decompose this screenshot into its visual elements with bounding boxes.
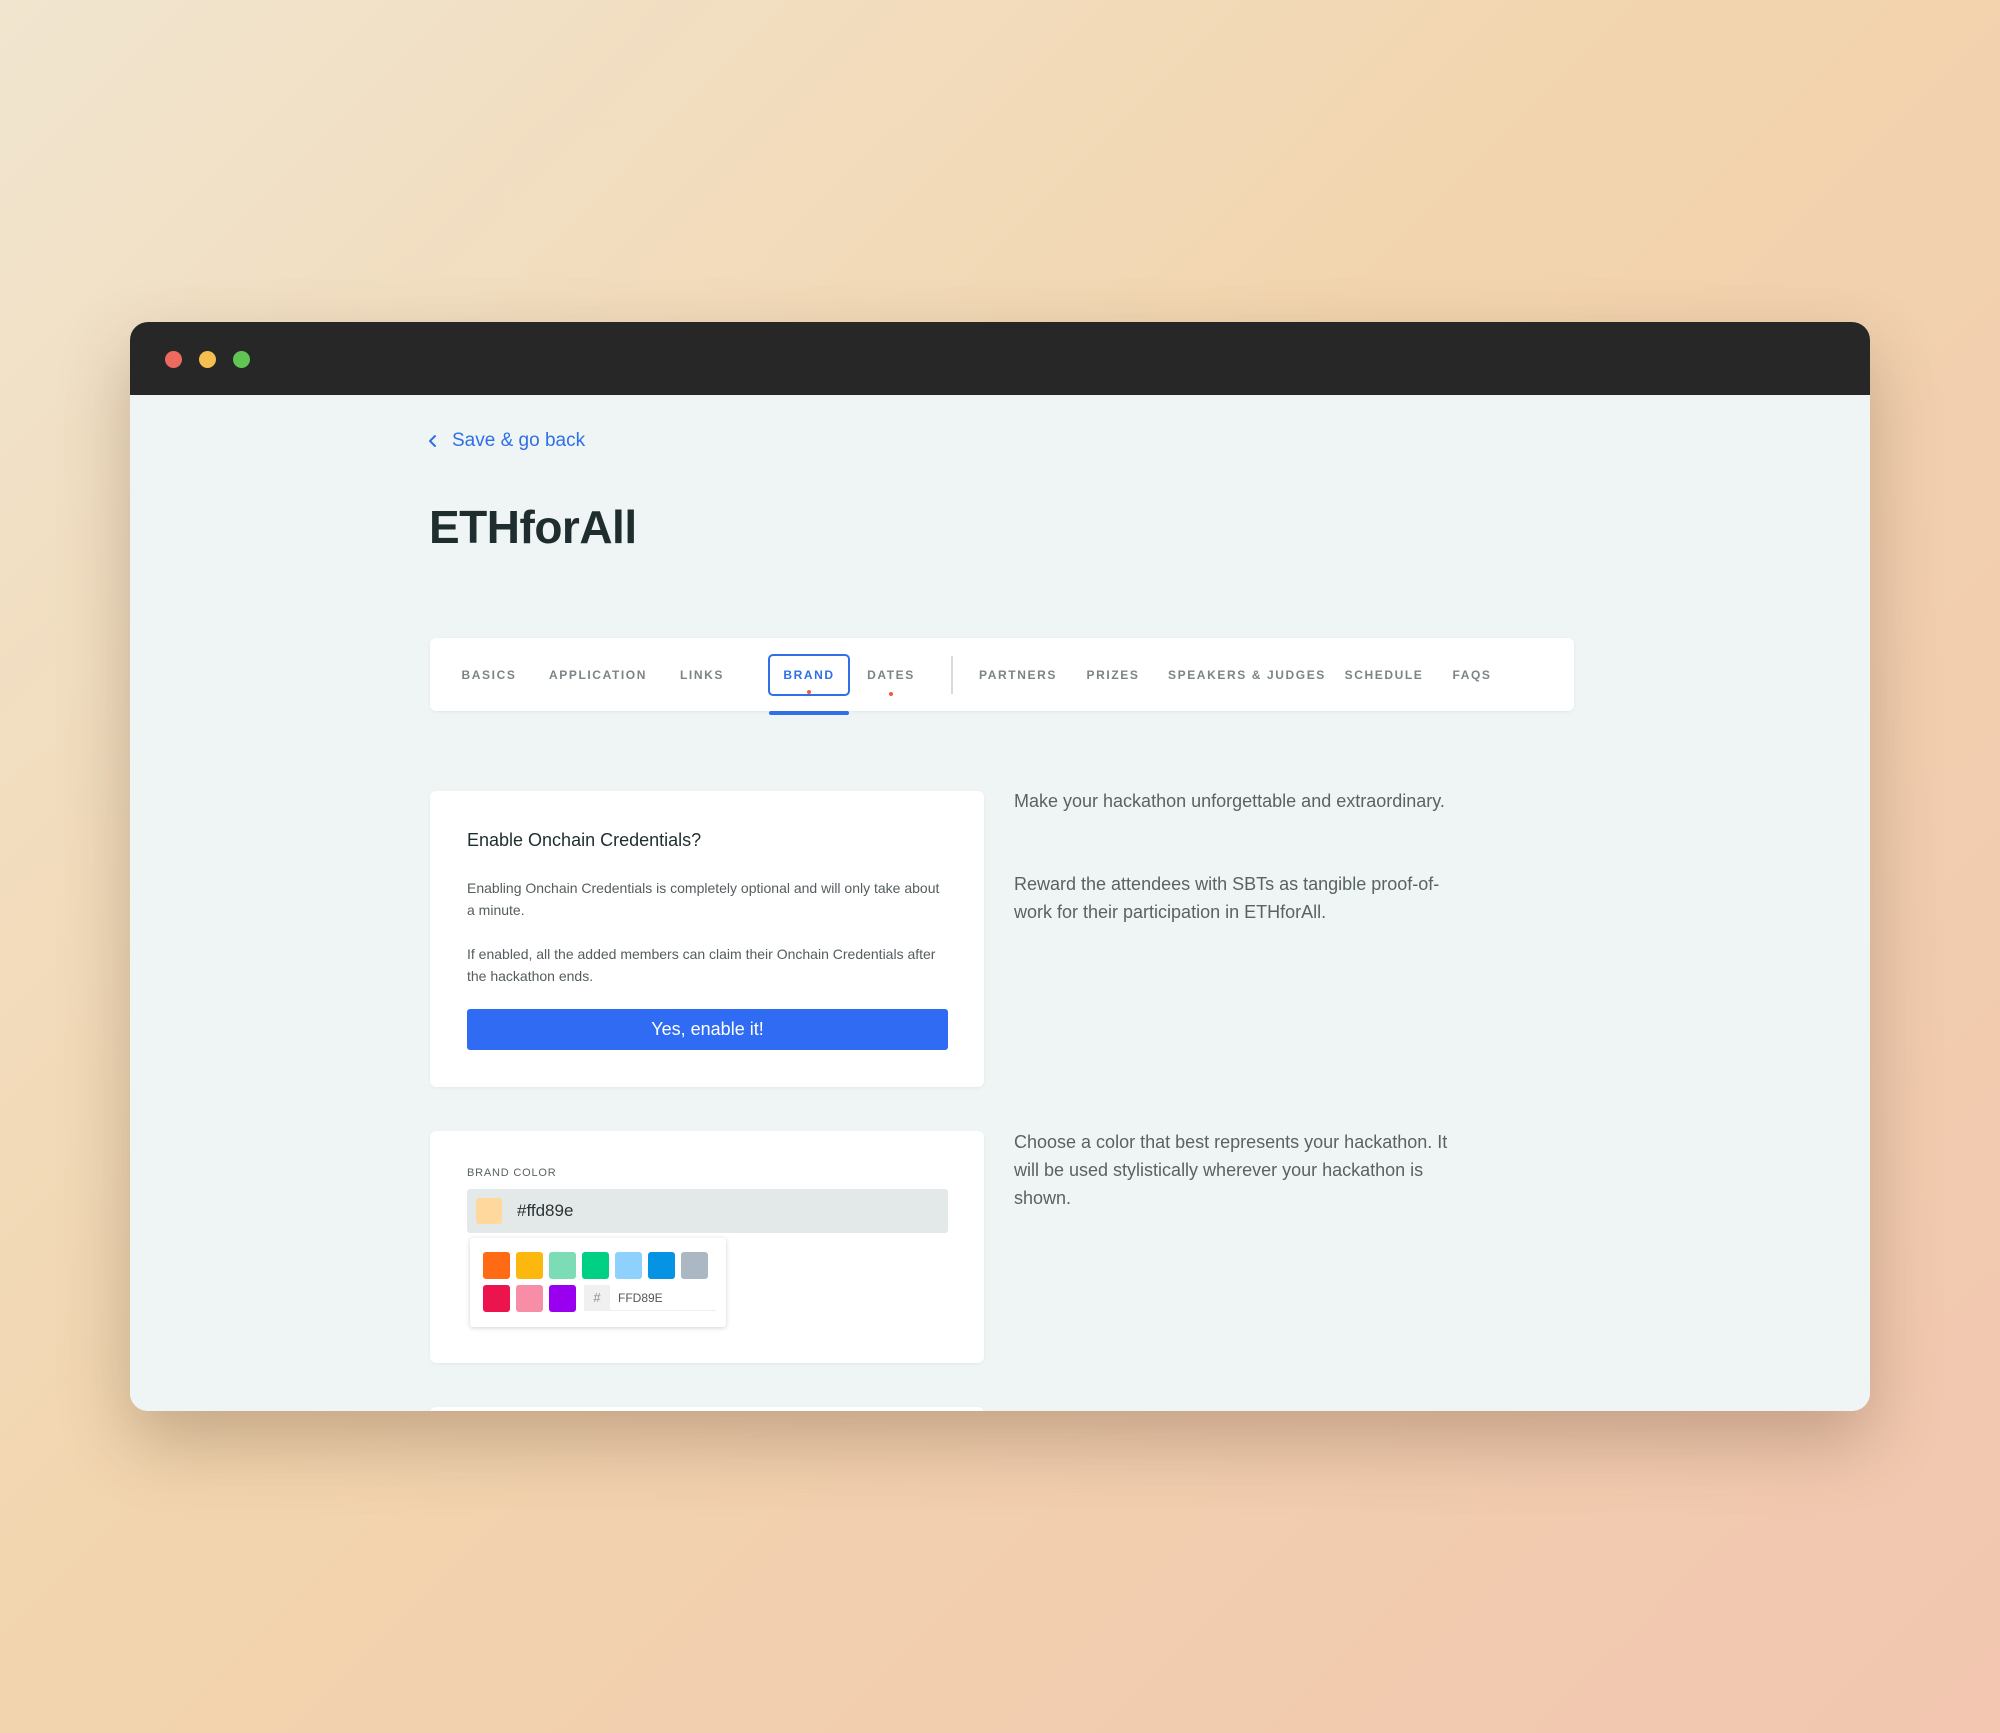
tab-dates[interactable]: DATES <box>866 654 916 696</box>
chevron-left-icon <box>429 435 436 447</box>
tab-links[interactable]: LINKS <box>678 654 726 696</box>
tab-prizes[interactable]: PRIZES <box>1084 654 1142 696</box>
tab-label: SPEAKERS & JUDGES <box>1168 668 1326 682</box>
color-swatch-option[interactable] <box>516 1252 543 1279</box>
color-picker-popover: # FFD89E <box>470 1238 726 1327</box>
tab-label: LINKS <box>680 668 724 682</box>
enable-onchain-button[interactable]: Yes, enable it! <box>467 1009 948 1050</box>
color-swatch-option[interactable] <box>516 1285 543 1312</box>
tab-speakers-judges[interactable]: SPEAKERS & JUDGES <box>1168 654 1324 696</box>
maximize-window-button[interactable] <box>233 351 250 368</box>
tab-label: PRIZES <box>1086 668 1140 682</box>
selected-color-swatch <box>476 1198 502 1224</box>
next-card <box>430 1407 984 1411</box>
color-swatch-option[interactable] <box>483 1285 510 1312</box>
browser-window: Save & go back ETHforAll BASICS APPLICAT… <box>130 322 1870 1411</box>
tab-application[interactable]: APPLICATION <box>548 654 648 696</box>
active-tab-underline <box>769 711 849 715</box>
brand-color-input[interactable]: #ffd89e <box>467 1189 948 1233</box>
onchain-side-reward: Reward the attendees with SBTs as tangib… <box>1014 874 1440 922</box>
tab-label: FAQS <box>1452 668 1492 682</box>
brand-color-label: BRAND COLOR <box>467 1167 557 1179</box>
brand-color-value: #ffd89e <box>517 1201 574 1220</box>
hex-color-input[interactable]: FFD89E <box>610 1285 716 1311</box>
page-title: ETHforAll <box>429 501 637 553</box>
color-swatch-option[interactable] <box>549 1285 576 1312</box>
tab-label: SCHEDULE <box>1344 668 1424 682</box>
tab-label: BASICS <box>461 668 517 682</box>
color-swatch-option[interactable] <box>681 1252 708 1279</box>
tab-brand[interactable]: BRAND <box>768 654 850 696</box>
tab-label: APPLICATION <box>548 668 648 682</box>
close-window-button[interactable] <box>165 351 182 368</box>
tab-basics[interactable]: BASICS <box>459 654 519 696</box>
save-go-back-link[interactable]: Save & go back <box>426 430 585 452</box>
save-go-back-label: Save & go back <box>452 430 586 451</box>
minimize-window-button[interactable] <box>199 351 216 368</box>
onchain-credentials-card: Enable Onchain Credentials? Enabling Onc… <box>430 791 984 1087</box>
window-titlebar <box>130 322 1870 395</box>
tab-label: DATES <box>867 668 915 682</box>
onchain-card-title: Enable Onchain Credentials? <box>467 830 702 850</box>
color-swatch-option[interactable] <box>549 1252 576 1279</box>
onchain-claim-note: If enabled, all the added members can cl… <box>467 946 936 984</box>
color-swatch-option[interactable] <box>648 1252 675 1279</box>
color-swatch-option[interactable] <box>483 1252 510 1279</box>
tab-indicator-dot <box>807 690 811 694</box>
page-content: Save & go back ETHforAll BASICS APPLICAT… <box>130 395 1870 1411</box>
tab-partners[interactable]: PARTNERS <box>978 654 1058 696</box>
onchain-description: Enabling Onchain Credentials is complete… <box>467 880 940 918</box>
onchain-side-intro: Make your hackathon unforgettable and ex… <box>1014 791 1445 811</box>
color-swatch-option[interactable] <box>615 1252 642 1279</box>
tab-faqs[interactable]: FAQS <box>1448 654 1496 696</box>
brand-color-card: BRAND COLOR #ffd89e # FFD89E <box>430 1131 984 1363</box>
color-swatch-option[interactable] <box>582 1252 609 1279</box>
tab-divider <box>951 656 953 694</box>
tab-schedule[interactable]: SCHEDULE <box>1344 654 1424 696</box>
tab-label: BRAND <box>783 668 835 682</box>
brand-color-side-text: Choose a color that best represents your… <box>1014 1132 1448 1208</box>
tab-indicator-dot <box>889 692 893 696</box>
tab-label: PARTNERS <box>979 668 1057 682</box>
tab-bar: BASICS APPLICATION LINKS BRAND DATES PAR… <box>430 638 1574 715</box>
hash-prefix: # <box>584 1285 610 1311</box>
